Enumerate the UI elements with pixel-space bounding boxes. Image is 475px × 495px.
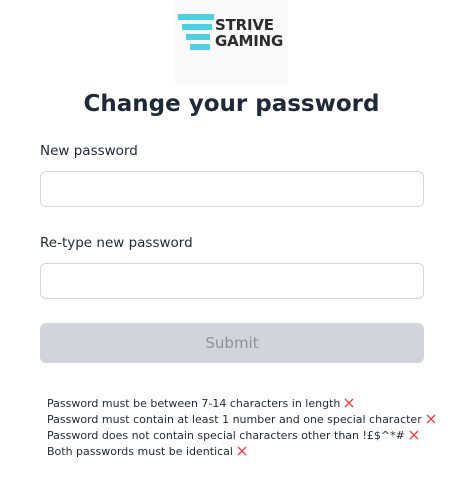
page-title: Change your password: [83, 91, 380, 117]
password-rules-list: Password must be between 7-14 characters…: [47, 396, 436, 460]
rule-text: Password must contain at least 1 number …: [47, 413, 422, 426]
brand-name-line2: GAMING: [215, 32, 284, 50]
close-icon: [409, 430, 419, 440]
password-rule-number-special: Password must contain at least 1 number …: [47, 412, 436, 428]
new-password-input[interactable]: [40, 171, 424, 207]
brand-name-line1: STRIVE: [215, 16, 274, 34]
password-rule-length: Password must be between 7-14 characters…: [47, 396, 436, 412]
brand-logo: STRIVE GAMING: [175, 0, 288, 84]
rule-text: Both passwords must be identical: [47, 445, 233, 458]
brand-name: STRIVE GAMING: [215, 17, 283, 49]
rule-text: Password must be between 7-14 characters…: [47, 397, 341, 410]
submit-button[interactable]: Submit: [40, 323, 424, 363]
close-icon: [237, 446, 247, 456]
stacked-bars-logo-icon: [178, 14, 214, 50]
retype-password-input[interactable]: [40, 263, 424, 299]
retype-password-label: Re-type new password: [40, 235, 193, 251]
close-icon: [344, 398, 354, 408]
close-icon: [426, 414, 436, 424]
password-rule-identical: Both passwords must be identical: [47, 444, 436, 460]
password-rule-allowed-chars: Password does not contain special charac…: [47, 428, 436, 444]
new-password-label: New password: [40, 143, 138, 159]
rule-text: Password does not contain special charac…: [47, 429, 405, 442]
